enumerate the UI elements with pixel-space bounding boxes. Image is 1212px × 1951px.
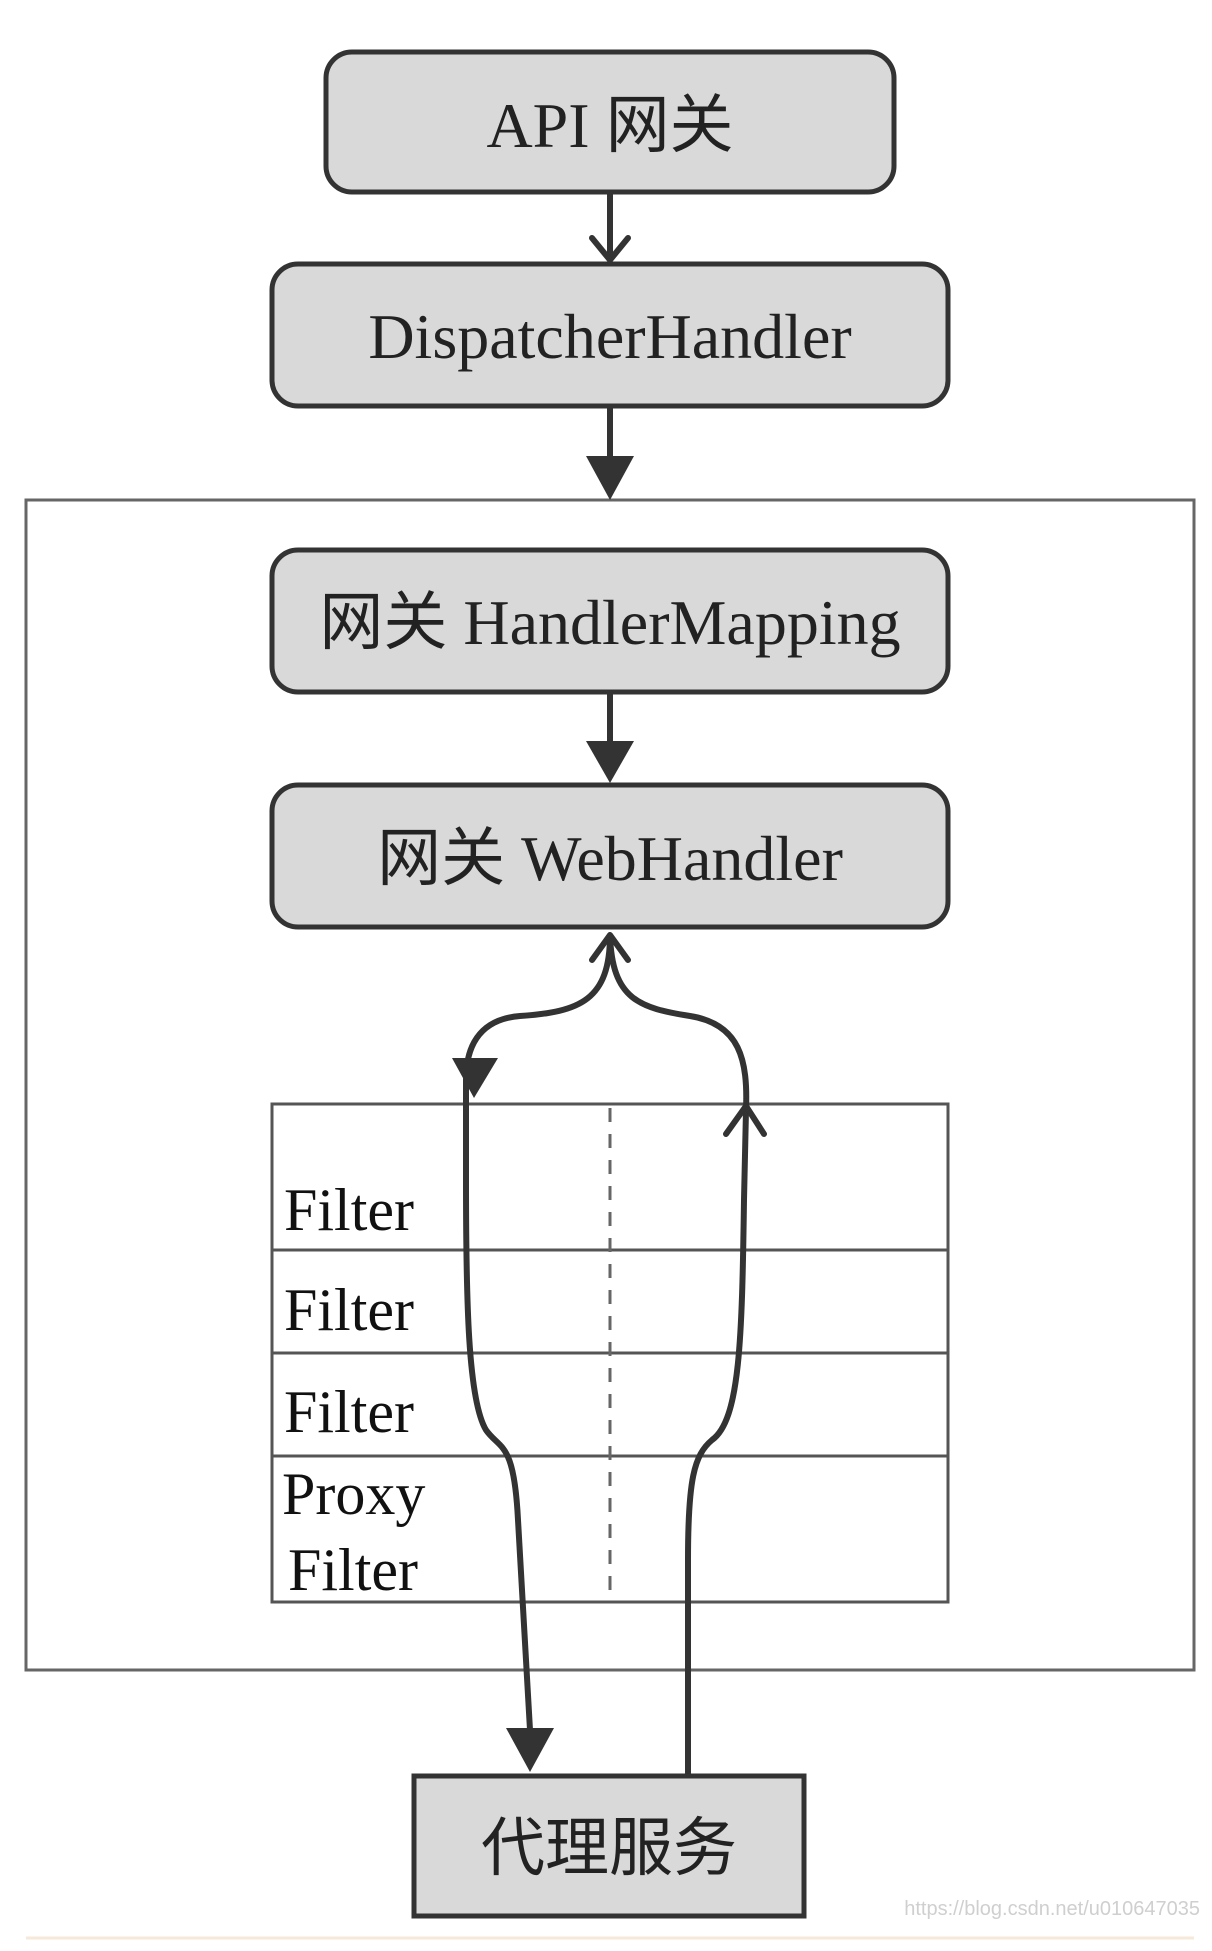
gateway-flow-diagram: API 网关 DispatcherHandler 网关 HandlerMappi… (24, 49, 1200, 1940)
proxy-filter-label-line1: Proxy (282, 1461, 425, 1527)
proxy-filter-label-line2: Filter (288, 1537, 418, 1603)
dispatcher-handler-label: DispatcherHandler (368, 301, 851, 372)
gateway-handler-mapping-node: 网关 HandlerMapping (269, 547, 951, 695)
arrow-dispatcher-to-mapping (586, 406, 634, 500)
filter-label-2: Filter (284, 1277, 414, 1343)
filter-label-1: Filter (284, 1177, 414, 1243)
watermark: https://blog.csdn.net/u010647035 (904, 1898, 1200, 1920)
gateway-web-handler-node: 网关 WebHandler (269, 782, 951, 930)
arrow-api-to-dispatcher (589, 192, 631, 263)
api-gateway-node: API 网关 (323, 49, 897, 195)
filter-label-3: Filter (284, 1379, 414, 1445)
api-gateway-label: API 网关 (486, 90, 733, 161)
dispatcher-handler-node: DispatcherHandler (269, 261, 951, 409)
proxy-service-node: 代理服务 (411, 1773, 807, 1919)
gateway-handler-mapping-label: 网关 HandlerMapping (319, 587, 900, 658)
request-arrow-head-bottom (506, 1728, 554, 1772)
proxy-service-label: 代理服务 (481, 1813, 737, 1884)
gateway-web-handler-label: 网关 WebHandler (377, 823, 843, 894)
